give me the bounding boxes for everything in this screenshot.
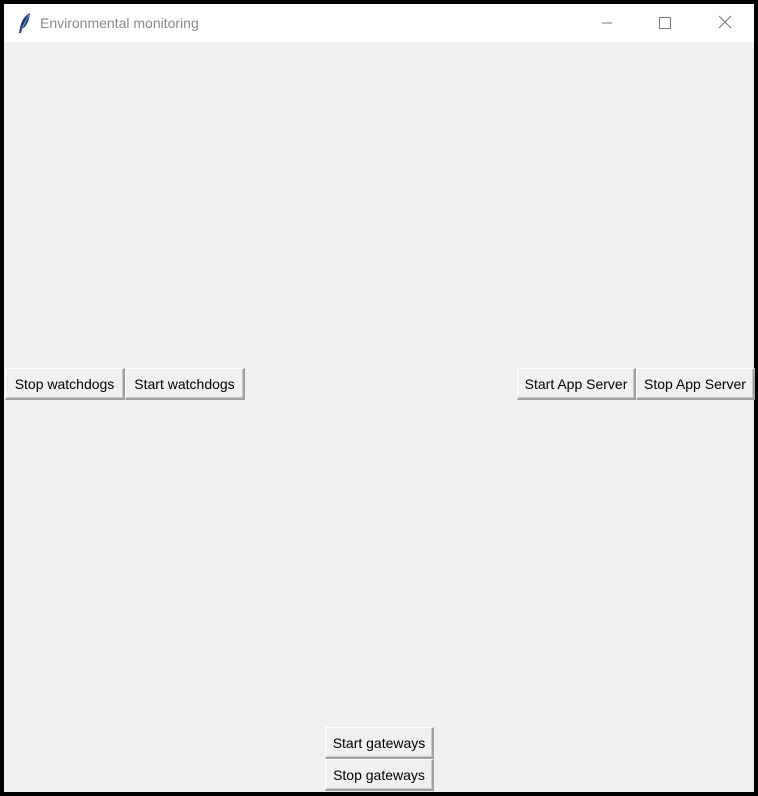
start-app-server-button[interactable]: Start App Server	[517, 368, 636, 400]
close-icon	[718, 14, 732, 33]
minimize-icon	[601, 14, 613, 33]
window-title: Environmental monitoring	[40, 15, 199, 31]
title-bar[interactable]: Environmental monitoring	[4, 4, 754, 42]
stop-watchdogs-button[interactable]: Stop watchdogs	[5, 368, 125, 400]
start-gateways-button[interactable]: Start gateways	[325, 727, 434, 759]
maximize-button[interactable]	[636, 4, 694, 42]
maximize-icon	[659, 14, 671, 33]
feather-icon	[16, 12, 34, 34]
stop-gateways-button[interactable]: Stop gateways	[325, 759, 434, 791]
app-window: Environmental monitoring Stop watchdogs …	[0, 0, 758, 796]
start-watchdogs-button[interactable]: Start watchdogs	[125, 368, 245, 400]
close-button[interactable]	[696, 4, 754, 42]
stop-app-server-button[interactable]: Stop App Server	[636, 368, 755, 400]
minimize-button[interactable]	[578, 4, 636, 42]
main-content: Stop watchdogs Start watchdogs Start App…	[4, 42, 755, 792]
